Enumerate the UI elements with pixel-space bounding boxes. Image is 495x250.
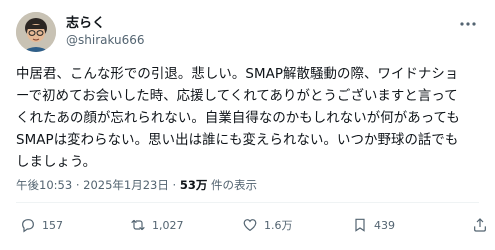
- like-button[interactable]: 1.6万: [242, 214, 293, 236]
- views-count: 53万: [179, 178, 208, 192]
- more-icon[interactable]: [457, 16, 479, 32]
- view-count: 439: [374, 218, 395, 232]
- divider: [16, 202, 479, 203]
- tweet-text-line: 中居君、こんな形での引退。悲しい。SMAP解散騒動の際、ワイドナショ: [16, 67, 459, 82]
- like-icon: [243, 219, 257, 232]
- retweet-icon: [131, 219, 145, 231]
- bookmark-icon: [355, 218, 365, 232]
- tweet-text-line: ーで初めてお会いした時、応援してくれてありがとうございますと言って: [16, 89, 458, 104]
- reply-icon: [22, 219, 34, 233]
- tweet-time[interactable]: 午後10:53: [16, 178, 72, 192]
- meta-separator: ·: [172, 178, 177, 192]
- tweet-card: 志らく @shiraku666 中居君、こんな形での引退。悲しい。SMAP解散騒…: [0, 0, 495, 250]
- tweet-text: 中居君、こんな形での引退。悲しい。SMAP解散騒動の際、ワイドナショ ーで初めて…: [16, 64, 483, 174]
- share-button[interactable]: [472, 214, 494, 236]
- avatar[interactable]: [16, 12, 56, 52]
- reply-count: 157: [42, 218, 63, 232]
- author-display-name[interactable]: 志らく: [66, 15, 145, 32]
- tweet-text-line: くれたあの顔が忘れられない。自業自得なのかもしれないが何があっても: [16, 111, 460, 126]
- share-icon: [474, 218, 486, 232]
- retweet-button[interactable]: 1,027: [130, 214, 184, 236]
- tweet-date[interactable]: 2025年1月23日: [83, 178, 169, 192]
- action-bar: 157 1,027 1.6万 439: [16, 214, 486, 236]
- author-handle[interactable]: @shiraku666: [66, 32, 145, 49]
- author-names: 志らく @shiraku666: [66, 15, 145, 49]
- retweet-count: 1,027: [152, 218, 184, 232]
- views-label: 件の表示: [210, 178, 257, 192]
- tweet-header: 志らく @shiraku666: [16, 12, 479, 52]
- tweet-text-line: SMAPは変わらない。思い出は誰にも変えられない。いつか野球の話でも: [16, 133, 459, 148]
- reply-button[interactable]: 157: [20, 214, 63, 236]
- bookmark-button[interactable]: 439: [352, 214, 395, 236]
- tweet-meta: 午後10:53 · 2025年1月23日 · 53万 件の表示: [16, 178, 257, 192]
- meta-separator: ·: [75, 178, 80, 192]
- like-count: 1.6万: [264, 219, 293, 232]
- tweet-text-line: しましょう。: [16, 155, 97, 170]
